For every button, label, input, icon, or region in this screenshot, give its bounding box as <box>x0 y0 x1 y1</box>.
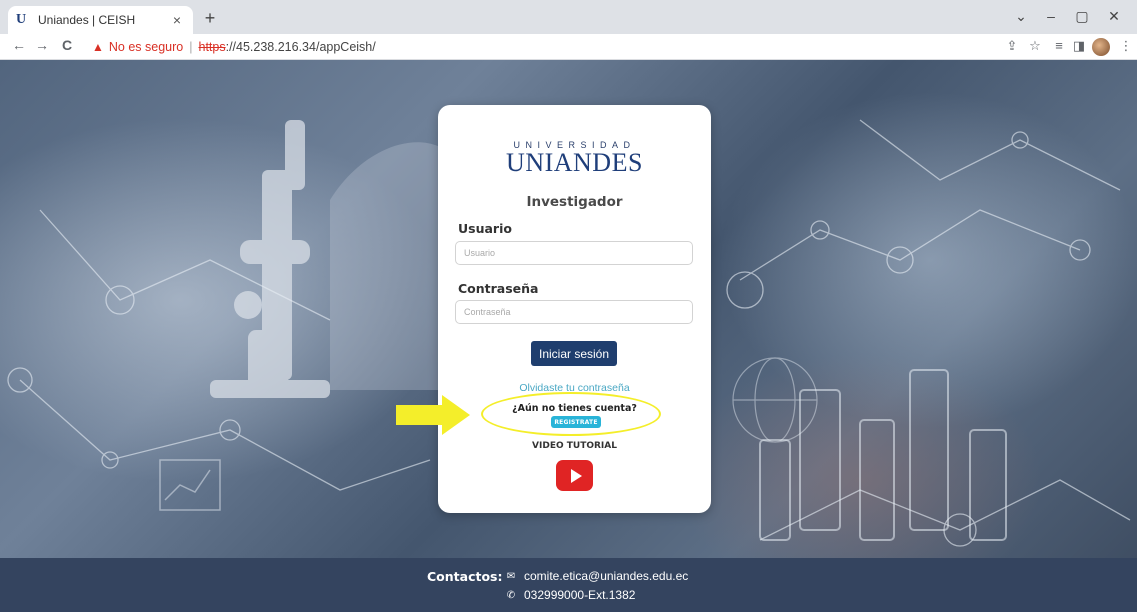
new-tab-icon[interactable]: + <box>200 8 220 29</box>
forward-icon[interactable]: → <box>33 37 51 53</box>
envelope-icon: ✉ <box>506 570 516 582</box>
role-title: Investigador <box>526 194 623 210</box>
browser-toolbar: ← → C ▲ No es seguro | https ://45.238.2… <box>0 34 1137 60</box>
restore-icon[interactable]: ▢ <box>1072 8 1092 25</box>
browser-menu-icon[interactable]: ⋮ <box>1117 38 1135 54</box>
email-text: comite.etica@uniandes.edu.ec <box>524 569 689 583</box>
url-text: ://45.238.216.34/appCeish/ <box>225 40 376 54</box>
contacts-footer: Contactos: ✉ comite.etica@uniandes.edu.e… <box>0 558 1137 612</box>
reading-list-icon[interactable]: ≡ <box>1050 38 1068 53</box>
username-label: Usuario <box>458 221 512 236</box>
play-icon <box>570 468 582 483</box>
window-close-icon[interactable]: ✕ <box>1104 8 1124 25</box>
uniandes-logo: UNIANDES <box>506 148 643 177</box>
phone-icon: ✆ <box>506 589 516 601</box>
security-indicator[interactable]: No es seguro <box>109 40 183 54</box>
password-input[interactable] <box>455 300 693 324</box>
video-tutorial-label: VIDEO TUTORIAL <box>532 441 617 451</box>
username-input[interactable] <box>455 241 693 265</box>
warning-icon: ▲ <box>92 40 104 54</box>
contact-email[interactable]: ✉ comite.etica@uniandes.edu.ec <box>504 569 688 583</box>
contact-phone[interactable]: ✆ 032999000-Ext.1382 <box>504 588 636 602</box>
highlight-ellipse <box>481 392 661 436</box>
address-separator: | <box>189 40 193 54</box>
minimize-icon[interactable]: – <box>1041 8 1061 24</box>
password-label: Contraseña <box>458 281 539 296</box>
tab-search-chevron-icon[interactable]: ⌄ <box>1011 8 1031 25</box>
uniandes-favicon-icon: U <box>16 12 27 27</box>
browser-tab-strip: U Uniandes | CEISH × + ⌄ – ▢ ✕ <box>0 0 1137 34</box>
url-scheme: https <box>198 40 226 54</box>
share-icon[interactable]: ⇪ <box>1003 38 1021 54</box>
browser-tab[interactable]: U Uniandes | CEISH × <box>8 6 193 34</box>
youtube-play-button[interactable] <box>556 460 593 491</box>
login-card: UNIVERSIDAD UNIANDES Investigador Usuari… <box>438 105 711 513</box>
tab-title: Uniandes | CEISH <box>38 13 136 27</box>
reload-icon[interactable]: C <box>58 37 76 53</box>
phone-text: 032999000-Ext.1382 <box>524 588 636 602</box>
profile-avatar[interactable] <box>1092 38 1110 56</box>
side-panel-icon[interactable]: ◨ <box>1070 38 1088 54</box>
address-bar[interactable]: ▲ No es seguro | https ://45.238.216.34/… <box>92 36 972 58</box>
contacts-label: Contactos: <box>427 569 503 584</box>
bookmark-star-icon[interactable]: ☆ <box>1026 38 1044 54</box>
yellow-arrow-icon <box>396 395 470 435</box>
login-button[interactable]: Iniciar sesión <box>531 341 617 366</box>
back-icon[interactable]: ← <box>10 37 28 53</box>
close-tab-icon[interactable]: × <box>169 12 185 28</box>
